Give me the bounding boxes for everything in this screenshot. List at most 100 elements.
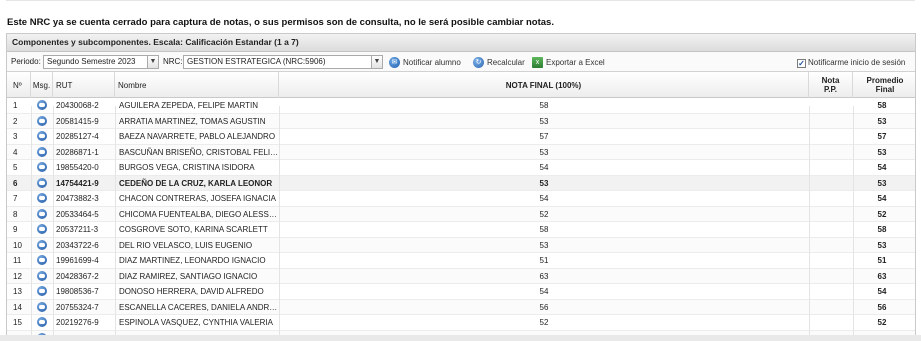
- chevron-down-icon[interactable]: ▼: [147, 56, 158, 68]
- row-nota-final[interactable]: 56: [279, 300, 809, 315]
- row-number: 9: [13, 225, 18, 234]
- row-nota-final[interactable]: 54: [279, 160, 809, 175]
- nrc-select[interactable]: GESTION ESTRATEGICA (NRC:5906) ▼: [183, 55, 383, 69]
- message-icon[interactable]: [37, 301, 47, 312]
- message-button[interactable]: [37, 114, 51, 129]
- row-nota-final[interactable]: 53: [279, 114, 809, 129]
- notify-student-label: Notificar alumno: [403, 57, 461, 67]
- message-button[interactable]: [37, 238, 51, 253]
- table-row[interactable]: 9 20537211-3 COSGROVE SOTO, KARINA SCARLET…: [7, 222, 915, 238]
- row-name: BURGOS VEGA, CRISTINA ISIDORA: [119, 163, 255, 172]
- row-nota-final[interactable]: 53: [279, 145, 809, 160]
- message-button[interactable]: [37, 315, 51, 330]
- chevron-down-icon[interactable]: ▼: [371, 56, 382, 68]
- table-row[interactable]: 1 20430068-2 AGUILERA ZEPEDA, FELIPE MARTI…: [7, 98, 915, 114]
- message-icon[interactable]: [37, 177, 47, 188]
- table-row[interactable]: 15 20219276-9 ESPINOLA VASQUEZ, CYNTHIA VA…: [7, 315, 915, 331]
- message-button[interactable]: [37, 176, 51, 191]
- row-nota-final[interactable]: 52: [279, 207, 809, 222]
- table-row[interactable]: 12 20428367-2 DIAZ RAMIREZ, SANTIAGO IGNAC…: [7, 268, 915, 284]
- row-promedio-final: 58: [877, 225, 887, 234]
- table-row[interactable]: 6 14754421-9 CEDEÑO DE LA CRUZ, KARLA LEON…: [7, 175, 915, 191]
- message-button[interactable]: [37, 98, 51, 113]
- message-button[interactable]: [37, 145, 51, 160]
- row-nota-final[interactable]: 58: [279, 222, 809, 237]
- grid-body: 1 20430068-2 AGUILERA ZEPEDA, FELIPE MARTI…: [7, 98, 915, 341]
- table-row[interactable]: 14 20755324-7 ESCANELLA CACERES, DANIELA A…: [7, 299, 915, 315]
- col-num[interactable]: Nº: [7, 72, 31, 98]
- message-icon[interactable]: [37, 131, 47, 141]
- export-excel-button[interactable]: x Exportar a Excel: [532, 55, 605, 69]
- closed-nrc-notice: Este NRC ya se cuenta cerrado para captu…: [7, 17, 554, 28]
- table-row[interactable]: 3 20285127-4 BAEZA NAVARRETE, PABLO ALEJAN…: [7, 129, 915, 145]
- row-nota-final[interactable]: 53: [279, 176, 809, 191]
- message-icon[interactable]: [37, 115, 47, 126]
- notify-session-toggle[interactable]: ✓ Notificarme inicio de sesión: [797, 55, 905, 69]
- row-rut: 20533464-5: [56, 209, 99, 219]
- row-number: 15: [13, 318, 22, 327]
- row-promedio-final: 57: [877, 132, 887, 141]
- message-icon[interactable]: [37, 239, 47, 250]
- table-row[interactable]: 2 20581415-9 ARRATIA MARTINEZ, TOMAS AGUST…: [7, 113, 915, 129]
- row-number: 10: [13, 240, 22, 250]
- message-button[interactable]: [37, 129, 51, 144]
- message-icon[interactable]: [37, 193, 47, 203]
- col-promedio-final[interactable]: Promedio Final: [853, 72, 915, 98]
- row-rut: 19961699-4: [56, 256, 99, 265]
- message-icon[interactable]: [37, 100, 47, 110]
- row-promedio-final: 52: [877, 318, 887, 327]
- message-button[interactable]: [37, 207, 51, 222]
- row-nota-pp: [809, 284, 853, 299]
- message-button[interactable]: [37, 284, 51, 299]
- col-nota-pp[interactable]: Nota P.P.: [809, 72, 853, 98]
- row-nota-final[interactable]: 52: [279, 315, 809, 330]
- table-row[interactable]: 13 19808536-7 DONOSO HERRERA, DAVID ALFRED…: [7, 284, 915, 300]
- row-nota-final[interactable]: 54: [279, 191, 809, 206]
- table-row[interactable]: 8 20533464-5 CHICOMA FUENTEALBA, DIEGO ALE…: [7, 206, 915, 222]
- message-icon[interactable]: [37, 317, 47, 327]
- row-number: 8: [13, 209, 18, 219]
- horizontal-scrollbar[interactable]: [0, 335, 921, 341]
- row-nota-pp: [809, 253, 853, 268]
- row-nota-pp: [809, 315, 853, 330]
- message-button[interactable]: [37, 191, 51, 206]
- notify-student-button[interactable]: ✉ Notificar alumno: [389, 55, 461, 69]
- message-icon[interactable]: [37, 162, 47, 172]
- col-msg[interactable]: Msg.: [31, 72, 53, 98]
- col-nota-final[interactable]: NOTA FINAL (100%): [279, 72, 809, 98]
- message-button[interactable]: [37, 253, 51, 268]
- row-nota-pp: [809, 98, 853, 113]
- message-icon[interactable]: [37, 255, 47, 265]
- row-nota-final[interactable]: 51: [279, 253, 809, 268]
- recalculate-button[interactable]: ↻ Recalcular: [473, 55, 525, 69]
- table-row[interactable]: 10 20343722-6 DEL RIO VELASCO, LUIS EUGENI…: [7, 237, 915, 253]
- row-nota-final[interactable]: 53: [279, 238, 809, 253]
- row-number: 11: [13, 256, 22, 265]
- message-icon[interactable]: [37, 146, 47, 157]
- message-button[interactable]: [37, 222, 51, 237]
- notify-session-checkbox[interactable]: ✓: [797, 58, 806, 68]
- row-nota-final[interactable]: 54: [279, 284, 809, 299]
- message-button[interactable]: [37, 300, 51, 315]
- message-button[interactable]: [37, 160, 51, 175]
- grid-header: Nº Msg. RUT Nombre NOTA FINAL (100%) Not…: [7, 72, 915, 98]
- message-icon[interactable]: [37, 270, 47, 281]
- col-rut[interactable]: RUT: [53, 72, 115, 98]
- row-nota-pp: [809, 160, 853, 175]
- message-button[interactable]: [37, 269, 51, 284]
- row-nota-final[interactable]: 58: [279, 98, 809, 113]
- table-row[interactable]: 7 20473882-3 CHACON CONTRERAS, JOSEFA IGNA…: [7, 191, 915, 207]
- table-row[interactable]: 5 19855420-0 BURGOS VEGA, CRISTINA ISIDORA…: [7, 160, 915, 176]
- table-row[interactable]: 11 19961699-4 DIAZ MARTINEZ, LEONARDO IGNA…: [7, 253, 915, 269]
- row-nota-final[interactable]: 63: [279, 269, 809, 284]
- message-icon[interactable]: [37, 208, 47, 219]
- message-icon[interactable]: [37, 224, 47, 234]
- table-row[interactable]: 4 20286871-1 BASCUÑAN BRISEÑO, CRISTOBAL F…: [7, 144, 915, 160]
- col-name[interactable]: Nombre: [115, 72, 279, 98]
- row-number: 7: [13, 194, 18, 203]
- row-rut: 20430068-2: [56, 101, 99, 110]
- periodo-select[interactable]: Segundo Semestre 2023 ▼: [43, 55, 159, 69]
- row-nota-final[interactable]: 57: [279, 129, 809, 144]
- message-icon[interactable]: [37, 286, 47, 296]
- row-rut: 20537211-3: [56, 225, 99, 234]
